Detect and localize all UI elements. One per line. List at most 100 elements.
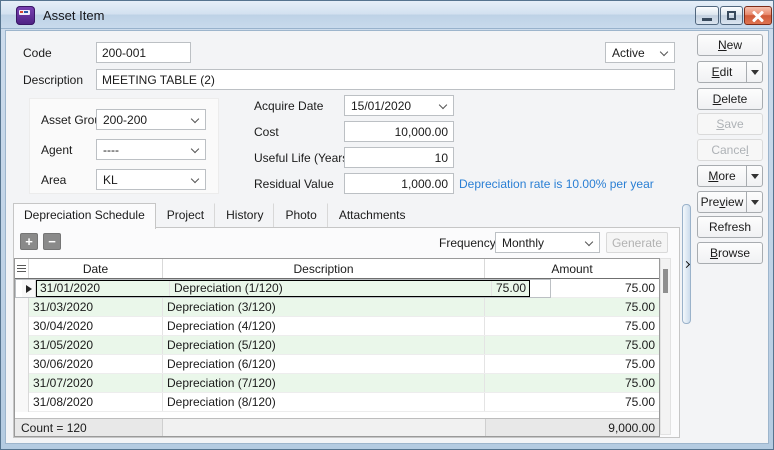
- preview-dropdown-button[interactable]: [746, 192, 762, 212]
- dropdown-arrow-icon: [751, 70, 759, 75]
- cell-amount[interactable]: 75.00: [485, 317, 659, 335]
- row-indicator: [22, 280, 36, 297]
- new-button[interactable]: New: [697, 34, 763, 56]
- chevron-down-icon: [439, 101, 447, 109]
- status-select[interactable]: Active: [605, 42, 675, 63]
- chevron-down-icon: [585, 238, 593, 246]
- panel-expander[interactable]: [682, 204, 691, 324]
- chevron-down-icon: [191, 175, 199, 183]
- maximize-icon: [727, 11, 736, 20]
- cell-amount[interactable]: 75.00: [492, 280, 530, 296]
- browse-button[interactable]: Browse: [697, 242, 763, 264]
- table-row[interactable]: 31/07/2020 Depreciation (7/120) 75.00: [15, 374, 659, 393]
- cell-description[interactable]: Depreciation (1/120): [170, 280, 492, 296]
- title-bar: Asset Item: [1, 1, 773, 29]
- chevron-down-icon: [660, 48, 668, 56]
- area-select[interactable]: KL: [96, 169, 206, 190]
- table-row[interactable]: 31/01/2020 Depreciation (1/120) 75.00: [15, 279, 551, 298]
- add-row-button[interactable]: +: [20, 233, 38, 250]
- edit-dropdown-button[interactable]: [746, 62, 762, 82]
- cell-date[interactable]: 30/06/2020: [29, 355, 163, 373]
- more-button[interactable]: More: [697, 165, 763, 187]
- classification-group: Asset Group 200-200 Agent ---- Area KL: [29, 98, 219, 194]
- column-header-amount[interactable]: Amount: [485, 259, 659, 278]
- depreciation-table: Date Description Amount 31/01/2020 Depre…: [14, 258, 660, 437]
- remove-row-button[interactable]: −: [43, 233, 61, 250]
- grid-options-icon[interactable]: [15, 259, 29, 278]
- acquire-date-label: Acquire Date: [254, 99, 323, 113]
- scrollbar-thumb[interactable]: [663, 269, 668, 293]
- save-button[interactable]: Save: [697, 113, 763, 135]
- description-input[interactable]: MEETING TABLE (2): [96, 69, 675, 90]
- table-row[interactable]: 31/03/2020 Depreciation (3/120) 75.00: [15, 298, 659, 317]
- table-scrollbar[interactable]: [660, 258, 671, 435]
- dropdown-arrow-icon: [751, 200, 759, 205]
- dialog-body: Code 200-001 Active Description MEETING …: [5, 30, 769, 444]
- frequency-select[interactable]: Monthly: [495, 232, 600, 253]
- cell-date[interactable]: 31/08/2020: [29, 393, 163, 411]
- cell-date[interactable]: 31/03/2020: [29, 298, 163, 316]
- code-input[interactable]: 200-001: [96, 42, 191, 63]
- chevron-down-icon: [191, 115, 199, 123]
- agent-select[interactable]: ----: [96, 139, 206, 160]
- delete-button[interactable]: Delete: [697, 88, 763, 110]
- close-button[interactable]: [744, 6, 772, 25]
- cell-date[interactable]: 31/07/2020: [29, 374, 163, 392]
- table-row[interactable]: 30/04/2020 Depreciation (4/120) 75.00: [15, 317, 659, 336]
- cell-amount[interactable]: 75.00: [485, 336, 659, 354]
- tab-photo[interactable]: Photo: [274, 203, 327, 228]
- cell-amount[interactable]: 75.00: [485, 393, 659, 411]
- cell-description[interactable]: Depreciation (6/120): [163, 355, 485, 373]
- dropdown-arrow-icon: [751, 174, 759, 179]
- column-header-description[interactable]: Description: [163, 259, 485, 278]
- app-icon: [16, 6, 35, 25]
- current-row-arrow-icon: [26, 285, 32, 293]
- cell-amount[interactable]: 75.00: [485, 374, 659, 392]
- tab-depreciation-schedule[interactable]: Depreciation Schedule: [13, 203, 156, 229]
- code-label: Code: [23, 46, 52, 60]
- table-header-row: Date Description Amount: [15, 259, 659, 279]
- more-dropdown-button[interactable]: [746, 166, 762, 186]
- cell-amount[interactable]: 75.00: [485, 298, 659, 316]
- preview-button[interactable]: Preview: [697, 191, 763, 213]
- chevron-right-icon: [683, 261, 690, 268]
- window-title: Asset Item: [43, 8, 104, 23]
- edit-button[interactable]: Edit: [697, 61, 763, 83]
- cell-description[interactable]: Depreciation (5/120): [163, 336, 485, 354]
- maximize-button[interactable]: [720, 6, 743, 25]
- minimize-icon: [702, 18, 712, 21]
- depreciation-rate-note: Depreciation rate is 10.00% per year: [459, 177, 654, 191]
- cost-input[interactable]: 10,000.00: [344, 121, 454, 142]
- cell-description[interactable]: Depreciation (7/120): [163, 374, 485, 392]
- cell-date[interactable]: 31/05/2020: [29, 336, 163, 354]
- generate-button[interactable]: Generate: [606, 232, 668, 253]
- tab-attachments[interactable]: Attachments: [328, 203, 417, 228]
- cell-date[interactable]: 30/04/2020: [29, 317, 163, 335]
- refresh-button[interactable]: Refresh: [697, 216, 763, 238]
- asset-item-window: Asset Item Code 200-001 Active Descripti…: [0, 0, 774, 450]
- tab-history[interactable]: History: [215, 203, 274, 228]
- acquire-date-select[interactable]: 15/01/2020: [344, 95, 454, 116]
- cell-description[interactable]: Depreciation (4/120): [163, 317, 485, 335]
- frequency-label: Frequency: [439, 236, 496, 250]
- tab-strip: Depreciation Schedule Project History Ph…: [13, 205, 417, 228]
- useful-life-input[interactable]: 10: [344, 147, 454, 168]
- cancel-button[interactable]: Cancel: [697, 139, 763, 161]
- tab-project[interactable]: Project: [156, 203, 215, 228]
- table-rows: 31/01/2020 Depreciation (1/120) 75.00 29…: [15, 279, 659, 418]
- residual-value-input[interactable]: 1,000.00: [344, 173, 454, 194]
- residual-value-label: Residual Value: [254, 177, 334, 191]
- minimize-button[interactable]: [695, 6, 719, 25]
- cell-amount[interactable]: 75.00: [485, 355, 659, 373]
- table-row[interactable]: 30/06/2020 Depreciation (6/120) 75.00: [15, 355, 659, 374]
- cell-date[interactable]: 31/01/2020: [36, 280, 170, 296]
- cell-description[interactable]: Depreciation (3/120): [163, 298, 485, 316]
- cell-description[interactable]: Depreciation (8/120): [163, 393, 485, 411]
- asset-group-select[interactable]: 200-200: [96, 109, 206, 130]
- table-row[interactable]: 31/05/2020 Depreciation (5/120) 75.00: [15, 336, 659, 355]
- cost-label: Cost: [254, 125, 279, 139]
- column-header-date[interactable]: Date: [29, 259, 163, 278]
- table-row[interactable]: 31/08/2020 Depreciation (8/120) 75.00: [15, 393, 659, 412]
- useful-life-label: Useful Life (Years): [254, 151, 352, 165]
- area-label: Area: [41, 173, 66, 187]
